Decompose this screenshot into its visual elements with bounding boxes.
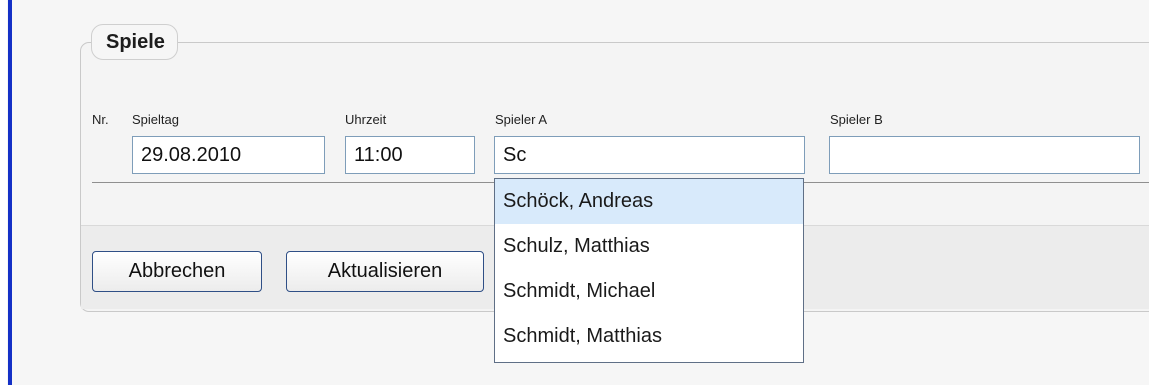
spieler-a-autocomplete-list[interactable]: Schöck, Andreas Schulz, Matthias Schmidt… <box>494 178 804 363</box>
page-left-margin <box>0 0 7 385</box>
header-spieltag: Spieltag <box>132 112 179 127</box>
header-uhrzeit: Uhrzeit <box>345 112 387 127</box>
autocomplete-option[interactable]: Schöck, Andreas <box>495 179 803 224</box>
uhrzeit-input[interactable]: 11:00 <box>345 136 475 174</box>
spieler-a-input[interactable]: Sc <box>494 136 805 174</box>
header-spieler-a: Spieler A <box>495 112 548 127</box>
autocomplete-option[interactable]: Schmidt, Matthias <box>495 314 803 359</box>
fieldset-legend: Spiele <box>91 24 178 60</box>
header-spieler-b: Spieler B <box>830 112 883 127</box>
autocomplete-option[interactable]: Schmidt, Michael <box>495 269 803 314</box>
spieltag-input[interactable]: 29.08.2010 <box>132 136 325 174</box>
update-button[interactable]: Aktualisieren <box>286 251 484 292</box>
autocomplete-option[interactable]: Schulz, Matthias <box>495 224 803 269</box>
accent-bar <box>8 0 12 385</box>
spieler-b-input[interactable] <box>829 136 1140 174</box>
cancel-button[interactable]: Abbrechen <box>92 251 262 292</box>
header-nr: Nr. <box>92 112 109 127</box>
